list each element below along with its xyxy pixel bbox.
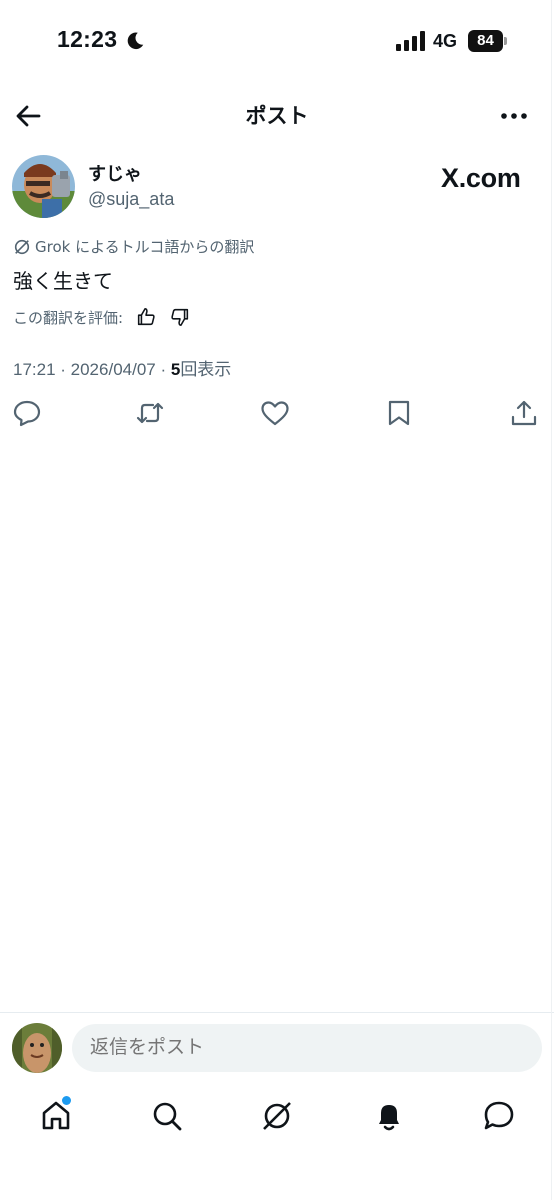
- share-icon[interactable]: [509, 398, 539, 428]
- bookmark-icon[interactable]: [384, 398, 414, 428]
- more-horizontal-icon[interactable]: [497, 102, 531, 130]
- reply-input[interactable]: [72, 1024, 542, 1072]
- post-text: 強く生きて: [13, 269, 113, 293]
- my-avatar: [12, 1023, 62, 1073]
- rate-label: この翻訳を評価:: [13, 308, 124, 327]
- notifications-icon[interactable]: [371, 1098, 407, 1134]
- translation-note[interactable]: Grok によるトルコ語からの翻訳: [13, 236, 254, 257]
- views-label[interactable]: 回表示: [180, 360, 231, 379]
- avatar[interactable]: [12, 155, 75, 218]
- header: ポスト: [0, 90, 554, 140]
- display-name[interactable]: すじゃ: [88, 160, 142, 186]
- my-avatar-image: [12, 1023, 62, 1073]
- rate-translation: この翻訳を評価:: [13, 306, 191, 328]
- unread-indicator: [62, 1096, 71, 1105]
- views-count: 5: [170, 360, 181, 379]
- battery-icon: 84: [468, 30, 508, 52]
- search-icon[interactable]: [149, 1098, 185, 1134]
- moon-icon: [127, 32, 144, 50]
- signal-icon: [396, 31, 425, 51]
- status-time: 12:23: [57, 26, 118, 52]
- bottom-tab-bar: [0, 1090, 554, 1150]
- status-bar: 12:23 4G 84: [0, 0, 554, 84]
- screen-edge: [551, 0, 552, 1200]
- post-actions: [0, 398, 554, 430]
- like-icon[interactable]: [260, 398, 290, 428]
- repost-icon[interactable]: [135, 398, 165, 428]
- translation-note-text: Grok によるトルコ語からの翻訳: [35, 238, 255, 256]
- network-type: 4G: [433, 31, 458, 51]
- reply-divider: [0, 1012, 554, 1013]
- post-timestamp: 17:21 · 2026/04/07 ·: [13, 360, 171, 379]
- x-com-watermark: X.com: [441, 163, 521, 193]
- grok-tab-icon[interactable]: [259, 1098, 295, 1134]
- messages-icon[interactable]: [481, 1098, 517, 1134]
- post-meta: 17:21 · 2026/04/07 · 5回表示: [13, 355, 231, 380]
- user-handle[interactable]: @suja_ata: [88, 189, 174, 210]
- battery-level: 84: [468, 30, 503, 52]
- thumbs-down-icon[interactable]: [169, 306, 191, 328]
- reply-icon[interactable]: [12, 398, 42, 428]
- grok-icon: [14, 239, 30, 254]
- page-title: ポスト: [245, 104, 309, 128]
- avatar-image: [12, 155, 75, 218]
- thumbs-up-icon[interactable]: [135, 306, 157, 328]
